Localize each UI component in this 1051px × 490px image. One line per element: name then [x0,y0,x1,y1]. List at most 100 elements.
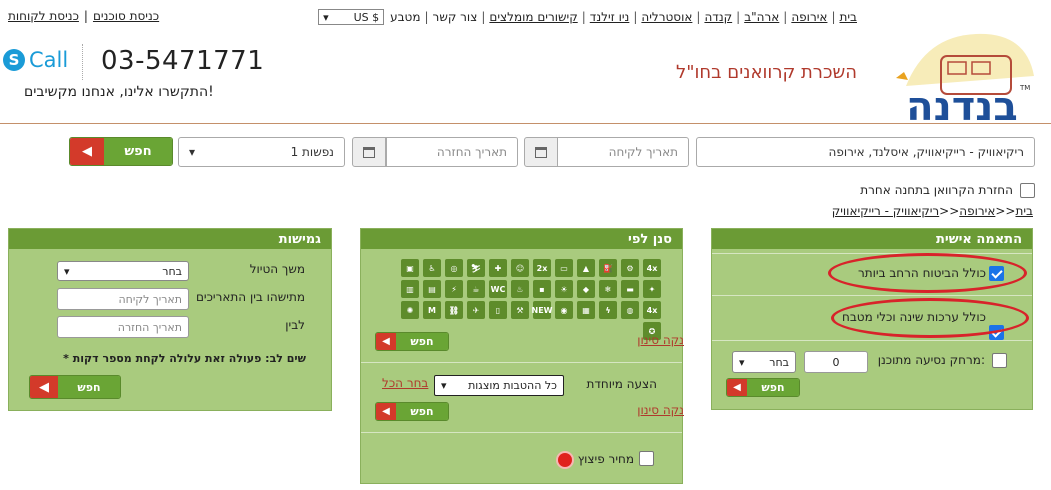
search-button-label: חפש [396,333,448,350]
m-icon[interactable]: M [423,301,441,319]
flex-from-date-input[interactable]: תאריך לקיחה [57,288,189,310]
bus-icon[interactable]: ▪ [533,280,551,298]
special-offer-value: כל ההטבות מוצגות [468,379,557,392]
nav-sep: | [424,10,429,24]
currency-value: US $ [353,10,380,24]
nav-australia[interactable]: אוסטרליה [641,10,692,24]
nav-links[interactable]: קישורים מומלצים [489,10,577,24]
arrow-left-icon: ◀ [376,403,396,420]
return-other-checkbox[interactable] [1020,183,1035,198]
currency-select[interactable]: ▾ US $ [318,9,385,25]
water-icon[interactable]: ◉ [555,301,573,319]
filter-search-button[interactable]: ◀ חפש [375,332,449,351]
4x4-icon[interactable]: 4x [643,259,661,277]
ski-icon[interactable]: ⛷ [467,259,485,277]
shower-icon[interactable]: ▥ [401,280,419,298]
logo[interactable]: בנדנה TM [886,26,1038,130]
towing-icon[interactable]: ⛓ [445,301,463,319]
4x4b-icon[interactable]: 4x [643,301,661,319]
nav-newzealand[interactable]: ניו זילנד [590,10,630,24]
grill-icon[interactable]: ◎ [445,259,463,277]
ac-icon[interactable]: ❄ [599,280,617,298]
solar-icon[interactable]: ☀ [555,280,573,298]
breadcrumb-city[interactable]: ריקיאוויק - רייקיאוויק [832,204,939,218]
outlet-icon[interactable]: ◍ [621,301,639,319]
key-icon[interactable]: ✚ [489,259,507,277]
arrow-left-icon: ◀ [70,138,104,165]
flex-to-date-input[interactable]: תאריך החזרה [57,316,189,338]
breadcrumb-home[interactable]: בית [1015,204,1033,218]
duration-label: משך הטיול [249,262,305,276]
dog-icon[interactable]: ✦ [643,280,661,298]
return-date-input[interactable]: תאריך החזרה [386,137,518,167]
tv-icon[interactable]: ▭ [555,259,573,277]
clear-filter-link[interactable]: נקה סינון [637,333,684,347]
family-icon[interactable]: ☺ [511,259,529,277]
arrow-left-icon: ◀ [30,376,58,398]
wc-icon[interactable]: WC [489,280,507,298]
divider [361,362,682,363]
passengers-select[interactable]: ▾ 1 נפשות [178,137,345,167]
clear-filter-link-2[interactable]: נקה סינון [637,403,684,417]
new-icon[interactable]: NEW [532,301,552,319]
skype-call-button[interactable]: S Call [3,48,68,72]
gear-icon[interactable]: ⚙ [621,259,639,277]
call-us-text: התקשרו אלינו, אנחנו מקשיבים! [24,84,214,100]
vacuum-icon[interactable]: ▲ [577,259,595,277]
highlight-oval [828,253,1027,293]
chevron-down-icon: ▾ [323,10,329,24]
hot-price-checkbox[interactable] [639,451,654,466]
distance-unit-select[interactable]: ▾ בחר [732,351,796,373]
breadcrumb-europe[interactable]: אירופה [959,204,995,218]
search-button[interactable]: ◀ חפש [69,137,173,166]
duration-select[interactable]: ▾ בחר [57,261,189,281]
skype-label: Call [29,48,69,72]
nav-usa[interactable]: ארה"ב [744,10,779,24]
fridge-icon[interactable]: ▯ [489,301,507,319]
bed-icon[interactable]: ▦ [577,301,595,319]
caravan-icon[interactable]: ▬ [621,280,639,298]
gps-icon[interactable]: ✈ [467,301,485,319]
2x2-icon[interactable]: 2x [533,259,551,277]
calendar-icon[interactable] [524,137,558,167]
passengers-value: 1 נפשות [290,145,334,159]
distance-checkbox[interactable] [992,353,1007,368]
nav-sep: | [696,10,701,24]
to-label: לבין [285,318,305,332]
pickup-date-input[interactable]: תאריך לקיחה [557,137,689,167]
tools-icon[interactable]: ⚒ [511,301,529,319]
nav-home[interactable]: בית [839,10,857,24]
wheelchair-icon[interactable]: ♿ [423,259,441,277]
customers-login-link[interactable]: כניסת לקוחות [8,9,79,23]
chevron-down-icon: ▾ [739,355,745,369]
nav-contact[interactable]: צור קשר [433,10,478,24]
phone-number[interactable]: 03-5471771 [101,46,264,76]
ind-icon[interactable]: ◆ [577,280,595,298]
location-input[interactable]: ריקיאוויק - רייקיאוויק, איסלנד, אירופה [696,137,1035,167]
flex-search-button[interactable]: ◀ חפש [29,375,121,399]
highlight-oval [831,298,1029,338]
kitchen-icon[interactable]: ♨ [511,280,529,298]
top-nav: בית | אירופה | ארה"ב | קנדה | אוסטרליה | ניו … [318,9,857,25]
select-all-link[interactable]: בחר הכל [382,376,428,390]
fuel-icon[interactable]: ⛽ [599,259,617,277]
agents-login-link[interactable]: כניסת סוכנים [93,9,159,23]
nav-sep: | [633,10,638,24]
toilet-icon[interactable]: ▤ [423,280,441,298]
drink-icon[interactable]: ☕ [467,280,485,298]
gas-icon[interactable]: ▣ [401,259,419,277]
calendar-icon[interactable] [352,137,386,167]
search-button-label: חפש [747,379,799,396]
distance-input[interactable]: 0 [804,351,868,373]
special-offer-select[interactable]: ▾ כל ההטבות מוצגות [434,375,564,396]
breadcrumb-sep: >> [995,204,1016,218]
flash-icon[interactable]: ϟ [599,301,617,319]
power-icon[interactable]: ⚡ [445,280,463,298]
distance-label: מרחק נסיעה מתוכנן: [877,353,985,367]
nav-canada[interactable]: קנדה [704,10,732,24]
flex-note: * שים לב: פעולה זאת עלולה לקחת מספר דקות [63,352,306,365]
lighting-icon[interactable]: ✺ [401,301,419,319]
personal-search-button[interactable]: ◀ חפש [726,378,800,397]
filter-search-button-2[interactable]: ◀ חפש [375,402,449,421]
nav-europe[interactable]: אירופה [791,10,827,24]
